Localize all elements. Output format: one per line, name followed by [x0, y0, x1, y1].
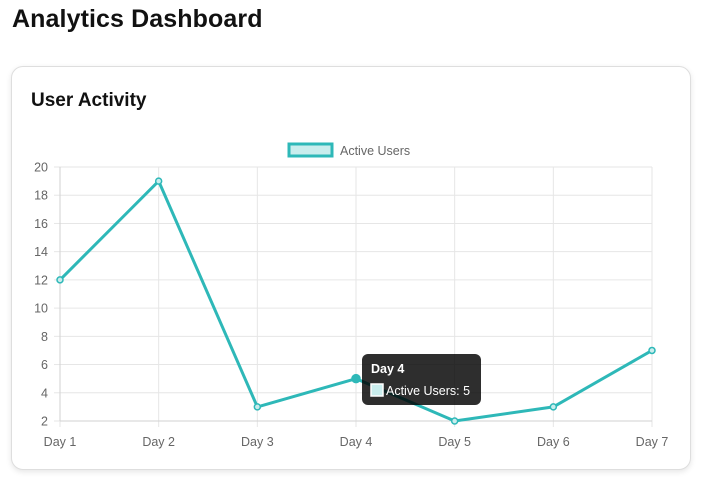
chart-axes: 2468101214161820Day 1 Day 2 Day 3 Day 4 Day …	[34, 161, 668, 450]
y-tick-label: 16	[34, 217, 48, 231]
y-tick-label: 8	[41, 330, 48, 344]
data-point[interactable]	[253, 403, 262, 411]
x-tick-label: Day 1	[44, 435, 77, 449]
y-tick-label: 4	[41, 386, 48, 400]
y-tick-label: 6	[41, 358, 48, 372]
y-tick-label: 12	[34, 273, 48, 287]
tooltip-title: Day 4	[371, 362, 404, 376]
y-tick-label: 20	[34, 161, 48, 175]
user-activity-chart[interactable]: 2468101214161820Day 1 Day 2 Day 3 Day 4 Day …	[0, 0, 707, 490]
data-point[interactable]	[450, 417, 459, 425]
y-tick-label: 10	[34, 302, 48, 316]
tooltip-color-box	[370, 383, 384, 397]
y-tick-label: 2	[41, 415, 48, 429]
data-point[interactable]	[56, 276, 64, 284]
y-tick-label: 14	[34, 245, 48, 259]
x-tick-label: Day 2	[142, 435, 175, 449]
y-tick-label: 18	[34, 189, 48, 203]
tooltip-label: Active Users: 5	[386, 384, 470, 398]
data-point[interactable]	[549, 403, 558, 411]
data-point[interactable]	[351, 373, 361, 384]
x-tick-label: Day 3	[241, 435, 274, 449]
legend-swatch-active-users[interactable]	[287, 142, 334, 158]
chart-legend[interactable]: Active Users	[287, 142, 410, 158]
x-tick-label: Day 6	[537, 435, 570, 449]
x-tick-label: Day 7	[636, 435, 669, 449]
data-point[interactable]	[154, 177, 163, 185]
chart-grid	[54, 166, 653, 427]
data-point[interactable]	[648, 346, 656, 355]
legend-label-active-users[interactable]: Active Users	[340, 144, 410, 158]
x-tick-label: Day 5	[438, 435, 471, 449]
x-tick-label: Day 4	[340, 435, 373, 449]
chart-tooltip: Day 4 Active Users: 5	[362, 354, 481, 405]
